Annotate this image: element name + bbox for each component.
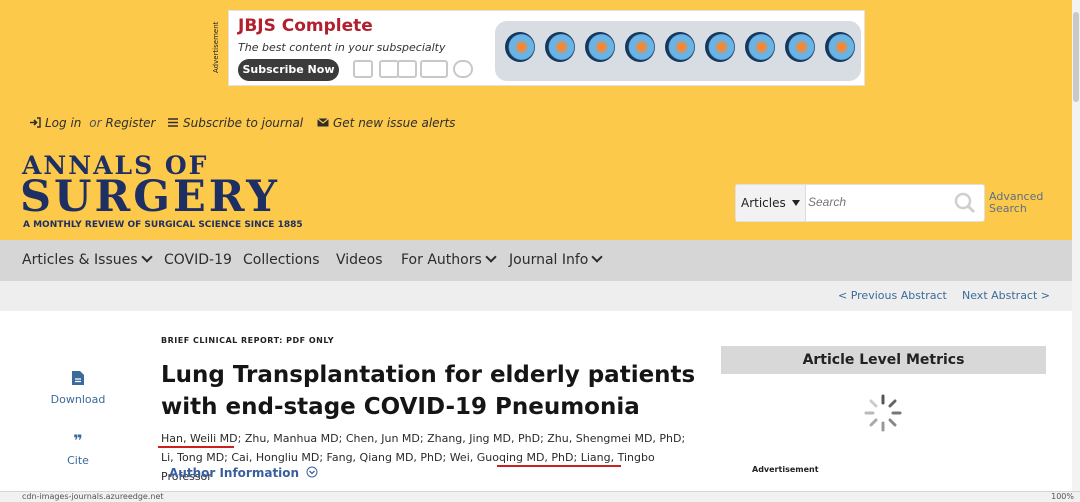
nav-for-authors[interactable]: For Authors xyxy=(401,251,497,268)
journal-logo-line2[interactable]: SURGERY xyxy=(20,172,280,222)
search-scope-value: Articles xyxy=(741,196,786,210)
cite-label: Cite xyxy=(67,454,89,467)
author-info-label: Author Information xyxy=(169,466,300,480)
article-title: Lung Transplantation for elderly patient… xyxy=(161,362,696,420)
main-navigation: Articles & Issues COVID-19 Collections V… xyxy=(0,240,1072,281)
advanced-search-label: Search xyxy=(989,202,1027,215)
chevron-down-icon xyxy=(140,251,153,263)
advertisement-banner[interactable]: JBJS Complete The best content in your s… xyxy=(228,10,865,86)
login-register: Log in or Register xyxy=(29,116,155,130)
nav-articles-issues[interactable]: Articles & Issues xyxy=(22,251,153,268)
search-icon[interactable] xyxy=(954,192,976,214)
mail-icon xyxy=(317,118,329,127)
search-bar: Articles xyxy=(735,184,985,222)
author-link[interactable]: Wei, Guoqing MD, PhD xyxy=(450,451,574,464)
nav-label: Articles & Issues xyxy=(22,252,138,268)
chevron-down-icon xyxy=(485,251,497,263)
camera-icon xyxy=(397,60,417,78)
author-underline xyxy=(497,465,621,467)
login-link[interactable]: Log in xyxy=(45,116,81,130)
ad-label: Advertisement xyxy=(212,21,220,73)
chevron-down-icon xyxy=(591,251,604,263)
search-scope-select[interactable]: Articles xyxy=(736,185,806,221)
scrollbar-thumb[interactable] xyxy=(1073,12,1079,102)
nav-covid19[interactable]: COVID-19 xyxy=(164,252,232,268)
ad-title: JBJS Complete xyxy=(238,16,373,36)
author-separator: ; xyxy=(338,432,346,445)
vertical-scrollbar[interactable] xyxy=(1072,0,1080,491)
browser-status-bar: cdn-images-journals.azureedge.net 100% xyxy=(0,491,1080,502)
register-link[interactable]: Register xyxy=(106,116,156,130)
author-separator: ; xyxy=(419,432,428,445)
anatomy-icon xyxy=(505,32,535,62)
chevron-down-circle-icon xyxy=(306,466,318,478)
dropdown-arrow-icon xyxy=(792,200,800,206)
pdf-icon xyxy=(72,371,84,385)
subscribe-now-button[interactable]: Subscribe Now xyxy=(238,59,339,81)
advanced-search-link[interactable]: Advanced Search xyxy=(989,191,1043,215)
video-icon xyxy=(420,60,448,78)
article-type: BRIEF CLINICAL REPORT: PDF ONLY xyxy=(161,336,334,345)
nav-label: Journal Info xyxy=(509,252,589,268)
menu-icon xyxy=(168,118,178,127)
author-separator: ; xyxy=(442,451,450,464)
document-icon xyxy=(379,60,399,78)
previous-abstract-link[interactable]: < Previous Abstract xyxy=(838,289,947,302)
anatomy-icon xyxy=(705,32,735,62)
author-link[interactable]: Han, Weili MD xyxy=(161,432,238,445)
next-abstract-link[interactable]: Next Abstract > xyxy=(962,289,1050,302)
anatomy-icon xyxy=(545,32,575,62)
microphone-icon xyxy=(453,60,473,78)
author-separator: ; xyxy=(681,432,686,445)
loading-spinner-icon xyxy=(864,394,902,432)
anatomy-icon xyxy=(745,32,775,62)
zoom-level[interactable]: 100% xyxy=(1051,492,1074,502)
sidebar-ad-label: Advertisement xyxy=(752,465,819,474)
search-input[interactable] xyxy=(808,195,948,209)
author-link[interactable]: Li, Tong MD xyxy=(161,451,224,464)
article-level-metrics-header: Article Level Metrics xyxy=(721,346,1046,374)
author-link[interactable]: Fang, Qiang MD, PhD xyxy=(327,451,443,464)
anatomy-icon xyxy=(625,32,655,62)
anatomy-icon xyxy=(665,32,695,62)
download-button[interactable]: Download xyxy=(50,370,106,406)
ad-tagline: The best content in your subspecialty xyxy=(238,41,446,54)
author-separator: ; xyxy=(319,451,327,464)
anatomy-icon xyxy=(825,32,855,62)
nav-journal-info[interactable]: Journal Info xyxy=(509,251,604,268)
author-link[interactable]: Cai, Hongliu MD xyxy=(231,451,319,464)
anatomy-icon xyxy=(585,32,615,62)
author-underline xyxy=(158,446,234,448)
author-link[interactable]: Zhu, Manhua MD xyxy=(245,432,339,445)
or-text: or xyxy=(89,116,102,130)
subscribe-link[interactable]: Subscribe to journal xyxy=(167,116,303,130)
nav-collections[interactable]: Collections xyxy=(243,252,320,268)
author-separator: ; xyxy=(237,432,245,445)
nav-label: For Authors xyxy=(401,252,482,268)
issue-alerts-link[interactable]: Get new issue alerts xyxy=(317,116,455,130)
author-information-toggle[interactable]: Author Information xyxy=(169,466,318,480)
author-separator: ; xyxy=(573,451,581,464)
subscribe-label: Subscribe to journal xyxy=(183,116,304,130)
nav-videos[interactable]: Videos xyxy=(336,252,383,268)
author-link[interactable]: Chen, Jun MD xyxy=(346,432,420,445)
journal-logo-tagline: A MONTHLY REVIEW OF SURGICAL SCIENCE SIN… xyxy=(23,220,303,230)
anatomy-icon xyxy=(785,32,815,62)
download-label: Download xyxy=(50,393,106,406)
alerts-label: Get new issue alerts xyxy=(333,116,456,130)
author-link[interactable]: Zhu, Shengmei MD, PhD xyxy=(547,432,681,445)
header-banner: Advertisement JBJS Complete The best con… xyxy=(0,0,1072,240)
cite-button[interactable]: ❞ Cite xyxy=(50,431,106,468)
book-icon xyxy=(353,60,373,78)
login-icon xyxy=(30,117,41,128)
author-link[interactable]: Zhang, Jing MD, PhD xyxy=(427,432,540,445)
status-url: cdn-images-journals.azureedge.net xyxy=(22,492,164,501)
quote-icon: ❞ xyxy=(73,431,83,450)
